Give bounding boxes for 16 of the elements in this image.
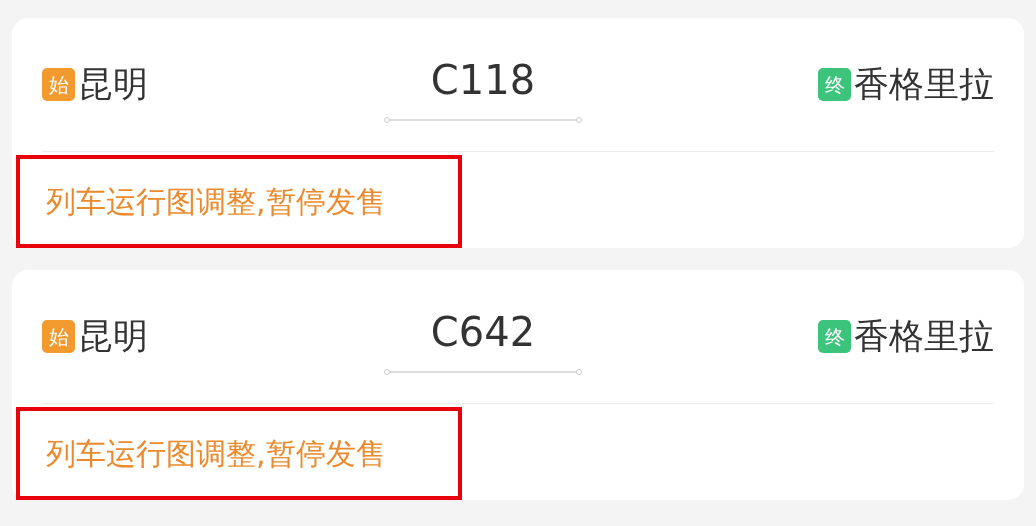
station-badge: 始 — [42, 68, 75, 102]
train-card[interactable]: 始 昆明 C642 终 香格里拉 列车运行图调整,暂停发售 — [12, 270, 1024, 500]
station-badge: 始 — [42, 320, 75, 354]
station-badge: 终 — [818, 68, 851, 102]
route-line-icon — [383, 115, 583, 124]
station-name: 香格里拉 — [854, 67, 994, 103]
station-name: 昆明 — [78, 67, 148, 103]
station-badge: 终 — [818, 320, 851, 354]
route-line-icon — [383, 367, 583, 376]
train-number: C642 — [430, 311, 536, 352]
station-name: 昆明 — [78, 319, 148, 355]
sale-notice: 列车运行图调整,暂停发售 — [46, 186, 386, 217]
train-number: C118 — [430, 59, 536, 100]
sale-notice: 列车运行图调整,暂停发售 — [46, 438, 386, 469]
station-name: 香格里拉 — [854, 319, 994, 355]
train-card[interactable]: 始 昆明 C118 终 香格里拉 列车运行图调整,暂停发售 — [12, 18, 1024, 248]
